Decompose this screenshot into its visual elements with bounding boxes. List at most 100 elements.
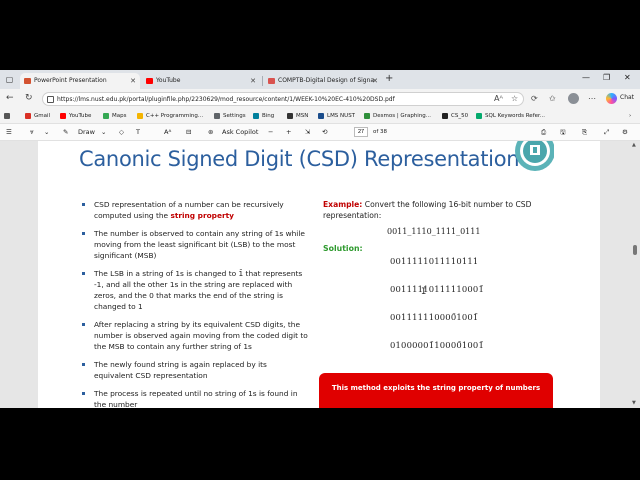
bookmark-cpp[interactable]: C++ Programming...	[137, 111, 203, 121]
copilot-icon[interactable]	[606, 93, 617, 104]
settings-icon[interactable]: ⚙	[622, 127, 628, 138]
chevron-down-icon[interactable]: ⌄	[101, 127, 106, 138]
scroll-up-icon[interactable]: ▲	[632, 142, 636, 148]
more-bookmarks-icon[interactable]: ›	[620, 111, 631, 121]
add-text-icon[interactable]: T	[136, 127, 140, 138]
bookmark-youtube[interactable]: YouTube	[60, 111, 91, 121]
address-bar[interactable]: https://lms.nust.edu.pk/portal/pluginfil…	[42, 92, 524, 106]
bookmark-bing[interactable]: Bing	[253, 111, 274, 121]
bookmark-sql[interactable]: SQL Keywords Refer...	[476, 111, 545, 121]
info-banner: This method exploits the string property…	[319, 373, 553, 408]
chat-button[interactable]: Chat	[620, 94, 634, 101]
slide-title: Canonic Signed Digit (CSD) Representatio…	[79, 147, 520, 171]
bullet-item: The newly found string is again replaced…	[82, 359, 308, 381]
csd-step-1: 0011111011110111	[390, 256, 479, 266]
bullet-item: The LSB in a string of 1s is changed to …	[82, 268, 308, 312]
fit-page-icon[interactable]: ⇲	[305, 127, 310, 138]
favorites-icon[interactable]: ✩	[549, 94, 556, 103]
refresh-page-icon[interactable]: ⟳	[531, 94, 538, 103]
solution-label: Solution:	[323, 244, 363, 253]
lms-icon	[318, 113, 324, 119]
youtube-icon	[146, 78, 153, 84]
expand-icon[interactable]: ⤢	[604, 127, 609, 138]
bookmark-msn[interactable]: MSN	[287, 111, 308, 121]
bookmark-cs50[interactable]: CS_50	[442, 111, 468, 121]
copilot-icon[interactable]: ⊛	[208, 127, 213, 138]
settings-icon	[214, 113, 220, 119]
example-text: Example: Convert the following 16-bit nu…	[323, 200, 532, 220]
bookmark-settings[interactable]: Settings	[214, 111, 246, 121]
highlight-icon[interactable]: ⩔	[30, 127, 34, 138]
draw-button[interactable]: Draw	[78, 127, 95, 138]
more-icon[interactable]: ⋯	[588, 94, 596, 103]
msn-icon	[287, 113, 293, 119]
zoom-in-icon[interactable]: +	[286, 127, 291, 138]
rotate-icon[interactable]: ⟲	[322, 127, 327, 138]
save-as-icon[interactable]: ⎘	[582, 127, 587, 138]
refresh-icon[interactable]: ↻	[25, 93, 33, 103]
address-row: ← ↻ https://lms.nust.edu.pk/portal/plugi…	[0, 89, 640, 109]
pdf-page: Canonic Signed Digit (CSD) Representatio…	[38, 141, 600, 408]
bullet-item: CSD representation of a number can be re…	[82, 199, 308, 221]
save-icon[interactable]: 🖫	[560, 127, 566, 138]
scroll-thumb[interactable]	[633, 245, 637, 255]
ask-copilot-button[interactable]: Ask Copilot	[222, 127, 258, 138]
nust-logo	[515, 141, 554, 171]
youtube-icon	[60, 113, 66, 119]
pdf-icon	[268, 78, 275, 84]
tab-comptb[interactable]: COMPTB-Digital Design of Signa ✕	[264, 73, 382, 89]
page-number-input[interactable]	[354, 127, 368, 137]
pdf-viewport[interactable]: Canonic Signed Digit (CSD) Representatio…	[0, 141, 640, 408]
bookmarks-bar: Gmail YouTube Maps C++ Programming... Se…	[0, 109, 640, 123]
maps-icon	[103, 113, 109, 119]
tab-divider	[262, 76, 263, 86]
close-window-icon[interactable]: ✕	[624, 73, 631, 82]
back-icon[interactable]: ←	[6, 93, 14, 103]
bookmark-maps[interactable]: Maps	[103, 111, 126, 121]
zoom-out-icon[interactable]: −	[268, 127, 273, 138]
binary-number: 0011_1110_1111_0111	[387, 227, 481, 236]
browser-window: ▢ PowerPoint Presentation ✕ YouTube ✕ CO…	[0, 70, 640, 408]
lock-icon	[47, 96, 54, 103]
bullet-item: The process is repeated until no string …	[82, 388, 308, 408]
bookmark-gmail[interactable]: Gmail	[25, 111, 50, 121]
erase-icon[interactable]: ◇	[119, 127, 124, 138]
desmos-icon	[364, 113, 370, 119]
bookmark-desmos[interactable]: Desmos | Graphing...	[364, 111, 431, 121]
tab-youtube[interactable]: YouTube ✕	[142, 73, 260, 89]
read-aloud-icon[interactable]: Aᴬ	[494, 94, 503, 103]
draw-icon[interactable]: ✎	[63, 127, 68, 138]
bullet-item: The number is observed to contain any st…	[82, 228, 308, 261]
cs50-icon	[442, 113, 448, 119]
cpp-icon	[137, 113, 143, 119]
profile-avatar[interactable]	[568, 93, 579, 104]
close-tab-icon[interactable]: ✕	[372, 73, 378, 89]
favorite-star-icon[interactable]: ☆	[511, 94, 518, 103]
print-icon[interactable]: ⎙	[541, 127, 546, 138]
tab-powerpoint[interactable]: PowerPoint Presentation ✕	[20, 73, 140, 89]
text-cursor-icon: I	[421, 287, 427, 297]
read-aloud-icon[interactable]: Aᴬ	[164, 127, 171, 138]
new-tab-button[interactable]: +	[385, 73, 393, 84]
contents-icon[interactable]: ☰	[6, 127, 12, 138]
bullet-item: After replacing a string by its equivale…	[82, 319, 308, 352]
scroll-down-icon[interactable]: ▼	[632, 400, 636, 406]
url-text[interactable]: https://lms.nust.edu.pk/portal/pluginfil…	[57, 93, 395, 106]
bing-icon	[253, 113, 259, 119]
tab-actions-icon[interactable]: ▢	[4, 74, 15, 85]
minimize-icon[interactable]: —	[582, 73, 590, 82]
bullet-list: CSD representation of a number can be re…	[82, 199, 308, 408]
csd-step-3: 001111110000̄1001̄	[390, 312, 479, 322]
vertical-scrollbar[interactable]: ▲ ▼	[630, 141, 640, 408]
gmail-icon	[25, 113, 31, 119]
chevron-down-icon[interactable]: ⌄	[44, 127, 49, 138]
sql-icon	[476, 113, 482, 119]
close-tab-icon[interactable]: ✕	[130, 73, 136, 89]
maximize-icon[interactable]: ❐	[603, 73, 610, 82]
close-tab-icon[interactable]: ✕	[250, 73, 256, 89]
bookmark-lms-nust[interactable]: LMS NUST	[318, 111, 355, 121]
tab-strip: ▢ PowerPoint Presentation ✕ YouTube ✕ CO…	[0, 70, 640, 89]
view-icon[interactable]: ⊟	[186, 127, 191, 138]
csd-step-2: 00111110111110001̄	[390, 284, 484, 294]
powerpoint-icon	[24, 78, 31, 84]
